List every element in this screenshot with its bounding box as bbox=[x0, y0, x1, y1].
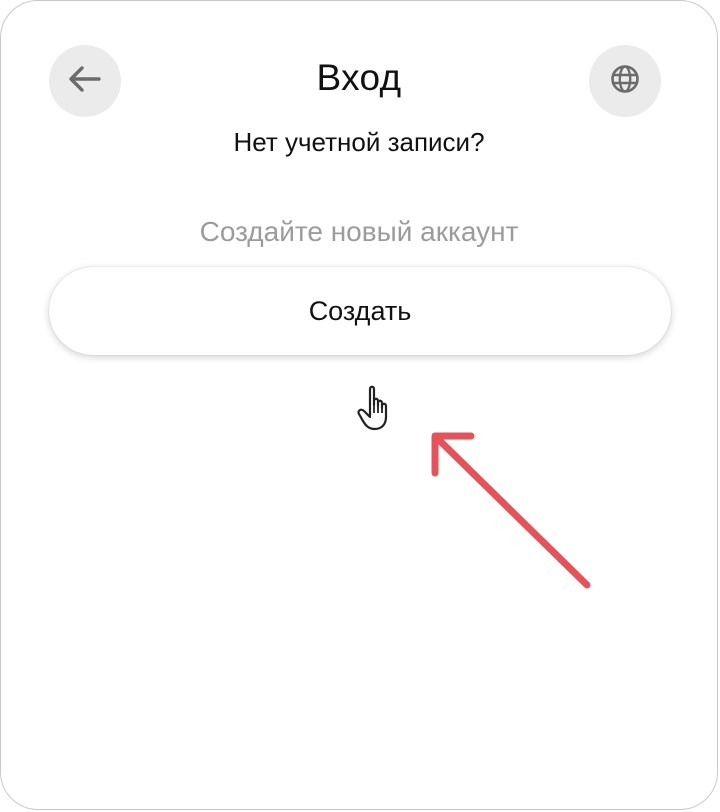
hand-cursor-icon bbox=[357, 385, 388, 431]
globe-icon bbox=[609, 63, 641, 100]
create-account-hint: Создайте новый аккаунт bbox=[199, 216, 519, 247]
annotation-arrow-icon bbox=[431, 432, 591, 589]
language-button[interactable] bbox=[589, 45, 661, 117]
no-account-question: Нет учетной записи? bbox=[233, 127, 485, 157]
create-account-button-label: Создать bbox=[308, 295, 412, 326]
signin-screen: Вход Нет учетной записи? Создайте новый … bbox=[0, 0, 718, 810]
create-account-button[interactable]: Создать bbox=[49, 267, 671, 355]
